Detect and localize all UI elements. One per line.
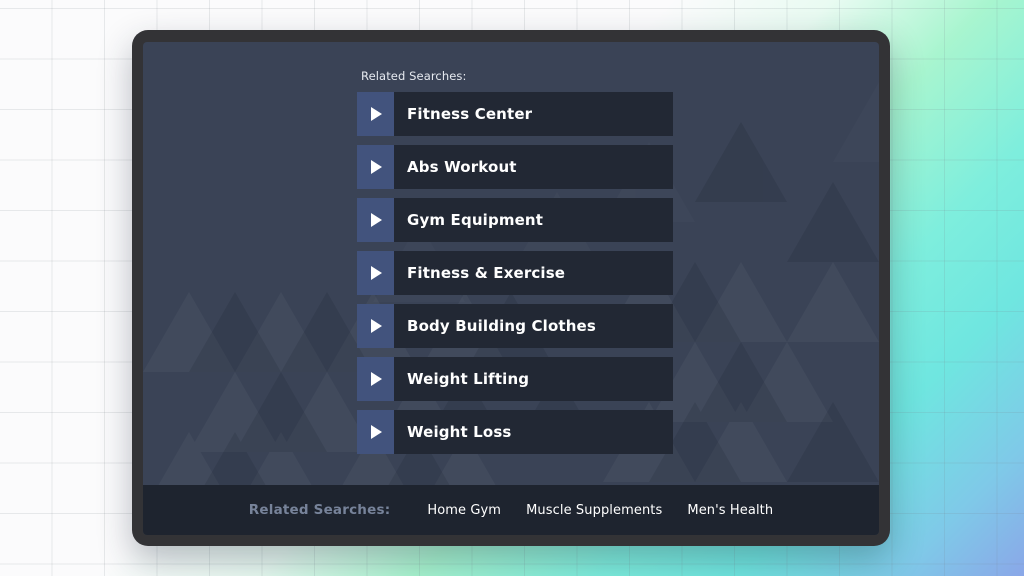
play-triangle-icon (371, 213, 382, 227)
result-label-3: Gym Equipment (407, 211, 544, 229)
play-triangle-icon (371, 319, 382, 333)
play-triangle-icon (371, 160, 382, 174)
result-label-7: Weight Loss (407, 423, 512, 441)
play-triangle-icon (371, 107, 382, 121)
result-body-6[interactable]: Weight Lifting (394, 357, 673, 401)
result-body-4[interactable]: Fitness & Exercise (394, 251, 673, 295)
device-screen: Related Searches: Fitness Center Abs Wor… (143, 42, 879, 535)
result-label-5: Body Building Clothes (407, 317, 596, 335)
result-row-2[interactable]: Abs Workout (357, 145, 673, 189)
footer-link-home-gym[interactable]: Home Gym (427, 503, 501, 518)
result-arrow-button-2[interactable] (357, 145, 394, 189)
play-triangle-icon (371, 372, 382, 386)
result-row-5[interactable]: Body Building Clothes (357, 304, 673, 348)
play-triangle-icon (371, 425, 382, 439)
result-body-1[interactable]: Fitness Center (394, 92, 673, 136)
result-row-3[interactable]: Gym Equipment (357, 198, 673, 242)
result-row-1[interactable]: Fitness Center (357, 92, 673, 136)
result-arrow-button-4[interactable] (357, 251, 394, 295)
results-heading: Related Searches: (361, 69, 467, 83)
result-arrow-button-5[interactable] (357, 304, 394, 348)
result-row-6[interactable]: Weight Lifting (357, 357, 673, 401)
result-arrow-button-1[interactable] (357, 92, 394, 136)
results-list: Fitness Center Abs Workout Gym Equipment… (357, 92, 673, 454)
result-body-3[interactable]: Gym Equipment (394, 198, 673, 242)
results-panel: Related Searches: Fitness Center Abs Wor… (143, 42, 879, 485)
device-frame: Related Searches: Fitness Center Abs Wor… (132, 30, 890, 546)
result-label-6: Weight Lifting (407, 370, 530, 388)
footer-link-mens-health[interactable]: Men's Health (687, 503, 773, 518)
result-label-1: Fitness Center (407, 105, 533, 123)
footer-related-searches-label: Related Searches: (248, 502, 391, 518)
play-triangle-icon (371, 266, 382, 280)
result-row-4[interactable]: Fitness & Exercise (357, 251, 673, 295)
result-body-2[interactable]: Abs Workout (394, 145, 673, 189)
result-body-5[interactable]: Body Building Clothes (394, 304, 673, 348)
result-arrow-button-7[interactable] (357, 410, 394, 454)
result-label-2: Abs Workout (407, 158, 517, 176)
footer-bar: Related Searches: Home Gym Muscle Supple… (143, 485, 879, 535)
result-label-4: Fitness & Exercise (407, 264, 566, 282)
result-row-7[interactable]: Weight Loss (357, 410, 673, 454)
desktop-background: Related Searches: Fitness Center Abs Wor… (0, 0, 1024, 576)
result-arrow-button-6[interactable] (357, 357, 394, 401)
result-body-7[interactable]: Weight Loss (394, 410, 673, 454)
footer-link-muscle-supplements[interactable]: Muscle Supplements (526, 503, 662, 518)
result-arrow-button-3[interactable] (357, 198, 394, 242)
